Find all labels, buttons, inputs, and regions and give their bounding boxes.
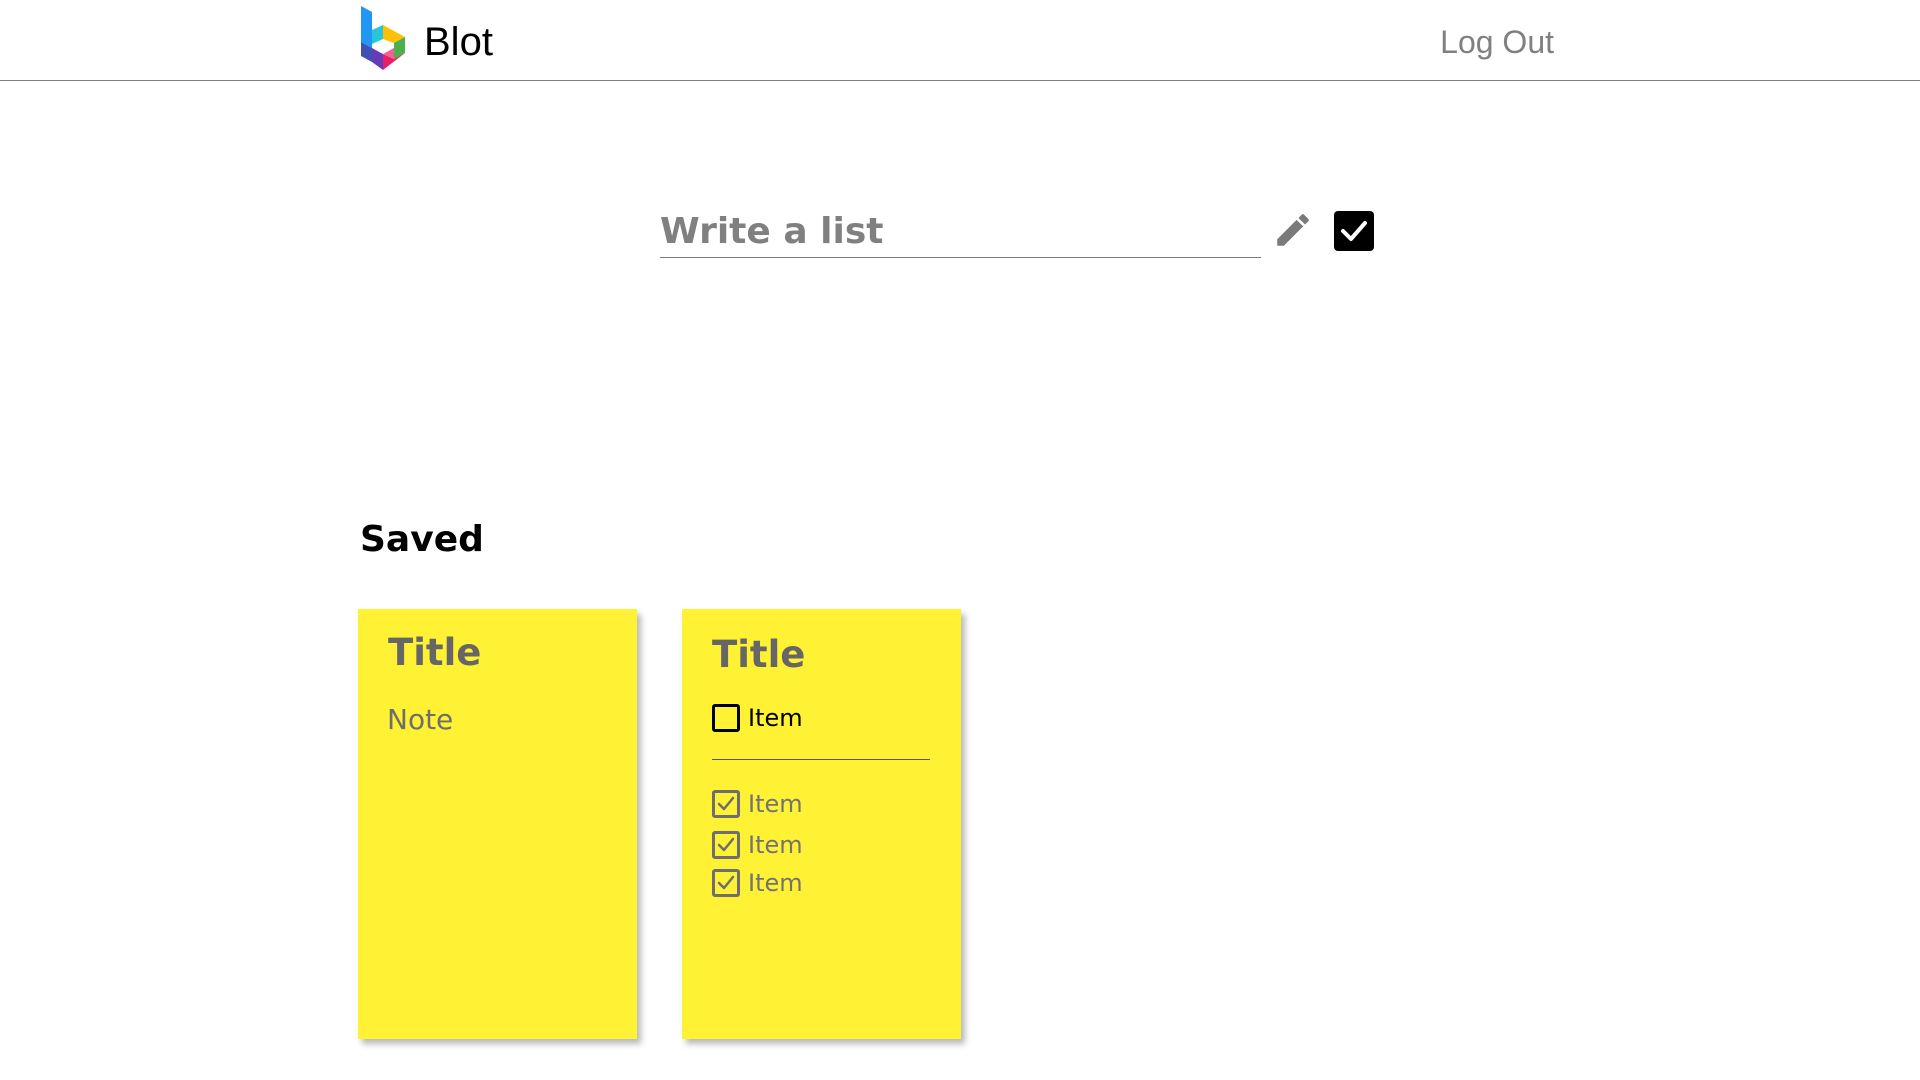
saved-note-card[interactable]: Title Note [358, 609, 637, 1039]
list-item-label: Item [748, 704, 803, 732]
app-brand-name: Blot [424, 20, 493, 64]
app-header: Blot Log Out [0, 0, 1920, 81]
checkbox-checked-icon[interactable] [712, 831, 740, 859]
blot-logo-icon[interactable] [359, 6, 407, 73]
list-item-done: Item [712, 829, 803, 861]
list-item-label: Item [748, 790, 803, 818]
pencil-icon[interactable] [1272, 209, 1314, 251]
list-item-done: Item [712, 867, 803, 899]
list-item-label: Item [748, 831, 803, 859]
list-item-done: Item [712, 788, 803, 820]
compose-list-input[interactable] [660, 205, 1261, 258]
card-title: Title [388, 631, 482, 674]
card-title: Title [712, 633, 806, 676]
checkmark-icon [1341, 221, 1367, 241]
card-note-text: Note [387, 703, 454, 736]
checkbox-checked-icon[interactable] [712, 790, 740, 818]
checkbox-empty-icon[interactable] [712, 704, 740, 732]
list-item-label: Item [748, 869, 803, 897]
saved-heading: Saved [360, 519, 484, 560]
checkbox-checked-icon[interactable] [712, 869, 740, 897]
list-item: Item [712, 702, 803, 734]
list-mode-checkbox-icon[interactable] [1334, 211, 1374, 251]
list-divider [712, 759, 930, 760]
saved-list-card[interactable]: Title Item Item Item Item [682, 609, 961, 1039]
logout-link[interactable]: Log Out [1440, 21, 1554, 63]
